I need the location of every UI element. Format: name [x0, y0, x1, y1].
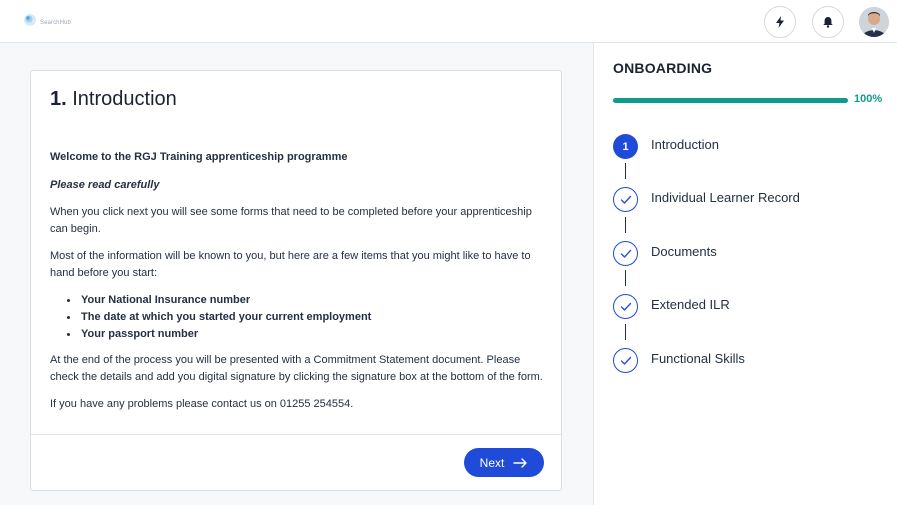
step-extended-ilr[interactable]: Extended ILR: [613, 294, 873, 320]
step-number-badge: 1: [613, 134, 638, 159]
introduction-body: Welcome to the RGJ Training apprenticesh…: [50, 149, 545, 424]
step-label: Functional Skills: [651, 351, 745, 366]
title-text: Introduction: [72, 88, 177, 110]
check-icon: [620, 302, 631, 311]
user-avatar[interactable]: [859, 7, 889, 37]
step-connector: [625, 163, 626, 179]
step-individual-learner-record[interactable]: Individual Learner Record: [613, 187, 873, 213]
list-item: The date at which you started your curre…: [67, 309, 545, 326]
progress-bar-fill: [613, 98, 848, 103]
paragraph-contact: If you have any problems please contact …: [50, 398, 354, 410]
list-item: Your National Insurance number: [67, 292, 545, 309]
notifications-button[interactable]: [812, 6, 844, 38]
step-connector: [625, 270, 626, 286]
step-check-badge: [613, 294, 638, 319]
introduction-card: 1. Introduction Welcome to the RGJ Train…: [30, 70, 562, 491]
step-label: Individual Learner Record: [651, 190, 800, 205]
brand-logo[interactable]: SearchHub: [23, 13, 71, 27]
progress-bar: [613, 98, 848, 103]
required-items-list: Your National Insurance number The date …: [67, 292, 545, 343]
step-connector: [625, 324, 626, 340]
next-button[interactable]: Next: [464, 448, 544, 477]
paragraph-commitment: At the end of the process you will be pr…: [50, 354, 543, 383]
main-content: 1. Introduction Welcome to the RGJ Train…: [0, 43, 593, 505]
step-number: 1.: [50, 88, 67, 110]
step-check-badge: [613, 241, 638, 266]
quick-actions-button[interactable]: [764, 6, 796, 38]
step-label: Introduction: [651, 137, 719, 152]
check-icon: [620, 195, 631, 204]
onboarding-sidebar: ONBOARDING 100% 1 Introduction Individua…: [593, 43, 897, 505]
top-bar: SearchHub: [0, 0, 897, 43]
avatar-portrait-icon: [859, 7, 889, 37]
step-number-text: 1: [622, 140, 629, 153]
lightning-icon: [776, 16, 784, 28]
progress-percentage: 100%: [854, 93, 883, 105]
welcome-heading: Welcome to the RGJ Training apprenticesh…: [50, 151, 348, 163]
paragraph-forms: When you click next you will see some fo…: [50, 206, 532, 235]
arrow-right-icon: [513, 457, 528, 468]
step-introduction[interactable]: 1 Introduction: [613, 134, 873, 160]
paragraph-information: Most of the information will be known to…: [50, 250, 531, 279]
step-connector: [625, 217, 626, 233]
step-check-badge: [613, 348, 638, 373]
next-button-label: Next: [479, 455, 505, 470]
read-carefully-note: Please read carefully: [50, 178, 160, 191]
step-functional-skills[interactable]: Functional Skills: [613, 348, 873, 374]
step-label: Documents: [651, 244, 717, 259]
check-icon: [620, 249, 631, 258]
list-item: Your passport number: [67, 326, 545, 343]
step-label: Extended ILR: [651, 297, 730, 312]
onboarding-title: ONBOARDING: [613, 60, 713, 76]
check-icon: [620, 356, 631, 365]
logo-mark-icon: [23, 13, 37, 27]
brand-name: SearchHub: [40, 19, 71, 26]
page-title: 1. Introduction: [50, 88, 177, 111]
card-footer-divider: [31, 434, 561, 435]
step-check-badge: [613, 187, 638, 212]
bell-icon: [823, 17, 833, 28]
step-documents[interactable]: Documents: [613, 241, 873, 267]
